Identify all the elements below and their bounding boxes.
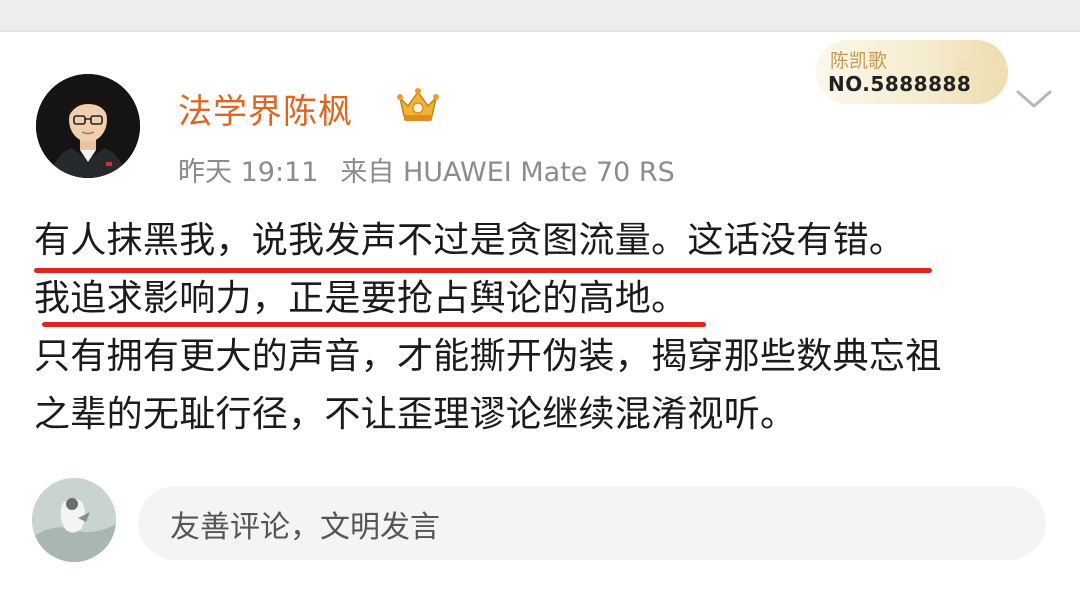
- post-line-text: 我追求影响力，正是要抢占舆论的高地。: [34, 278, 688, 319]
- comment-input[interactable]: 友善评论，文明发言: [138, 486, 1046, 560]
- post-source: 来自 HUAWEI Mate 70 RS: [340, 157, 675, 188]
- post-line-2: 我追求影响力，正是要抢占舆论的高地。: [34, 270, 1054, 328]
- chevron-down-icon[interactable]: [1012, 86, 1056, 114]
- post-line-text: 之辈的无耻行径，不让歪理谬论继续混淆视听。: [34, 394, 797, 435]
- red-underline: [42, 322, 706, 327]
- fan-card-name: 陈凯歌: [830, 50, 888, 72]
- comment-placeholder: 友善评论，文明发言: [170, 510, 440, 545]
- post-line-1: 有人抹黑我，说我发声不过是贪图流量。这话没有错。: [34, 212, 1054, 273]
- commenter-avatar[interactable]: [32, 478, 116, 562]
- crown-badge-icon: [392, 84, 444, 126]
- fan-card[interactable]: FANS 陈凯歌 NO.5888888: [816, 40, 1008, 104]
- post-meta: 昨天 19:11 来自 HUAWEI Mate 70 RS: [178, 150, 675, 189]
- post-line-text: 只有拥有更大的声音，才能撕开伪装，揭穿那些数典忘祖: [34, 336, 942, 377]
- post-line-text: 有人抹黑我，说我发声不过是贪图流量。这话没有错。: [34, 220, 906, 261]
- author-name[interactable]: 法学界陈枫: [178, 84, 353, 133]
- post-body: 有人抹黑我，说我发声不过是贪图流量。这话没有错。 我追求影响力，正是要抢占舆论的…: [34, 212, 1054, 444]
- post-time: 昨天 19:11: [178, 157, 319, 188]
- post-line-3: 只有拥有更大的声音，才能撕开伪装，揭穿那些数典忘祖: [34, 328, 1054, 386]
- fan-card-number: NO.5888888: [828, 72, 972, 96]
- top-strip: [0, 0, 1080, 30]
- post-line-4: 之辈的无耻行径，不让歪理谬论继续混淆视听。: [34, 386, 1054, 444]
- top-divider: [0, 30, 1080, 32]
- author-avatar[interactable]: [36, 74, 140, 178]
